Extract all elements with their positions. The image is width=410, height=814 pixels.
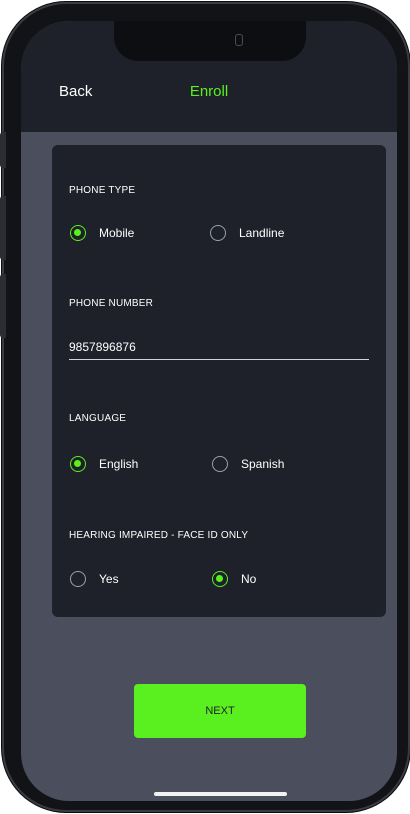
phone-type-option-landline[interactable]: Landline <box>210 225 284 241</box>
language-option-english[interactable]: English <box>70 456 138 472</box>
radio-unchecked-icon[interactable] <box>212 456 228 472</box>
radio-checked-icon[interactable] <box>70 225 86 241</box>
hearing-impaired-option-label: No <box>241 572 257 586</box>
volume-down-button <box>0 274 6 338</box>
hearing-impaired-option-label: Yes <box>99 572 119 586</box>
camera-icon <box>235 34 243 46</box>
hearing-impaired-label: HEARING IMPAIRED - FACE ID ONLY <box>69 530 249 541</box>
phone-number-label: PHONE NUMBER <box>69 298 154 309</box>
hearing-impaired-option-yes[interactable]: Yes <box>70 571 119 587</box>
enroll-form-card: PHONE TYPE Mobile Landline PHONE NUMBER … <box>52 145 386 617</box>
language-option-label: Spanish <box>241 457 285 471</box>
language-option-label: English <box>99 457 139 471</box>
phone-type-option-label: Landline <box>239 226 285 240</box>
mute-switch <box>0 132 6 168</box>
phone-type-label: PHONE TYPE <box>69 185 136 196</box>
app-screen: Back Enroll PHONE TYPE Mobile Landline P… <box>21 21 397 801</box>
next-button[interactable]: NEXT <box>134 684 306 738</box>
camera-notch <box>114 21 306 61</box>
phone-type-option-mobile[interactable]: Mobile <box>70 225 134 241</box>
phone-type-option-label: Mobile <box>99 226 135 240</box>
language-option-spanish[interactable]: Spanish <box>212 456 284 472</box>
radio-unchecked-icon[interactable] <box>210 225 226 241</box>
radio-checked-icon[interactable] <box>212 571 228 587</box>
hearing-impaired-option-no[interactable]: No <box>212 571 256 587</box>
nav-header: Back Enroll <box>21 21 397 132</box>
volume-up-button <box>0 196 6 260</box>
page-title: Enroll <box>189 83 229 100</box>
language-label: LANGUAGE <box>69 413 127 424</box>
home-indicator <box>154 792 287 796</box>
radio-checked-icon[interactable] <box>70 456 86 472</box>
phone-frame: Back Enroll PHONE TYPE Mobile Landline P… <box>0 4 408 810</box>
phone-number-input[interactable] <box>69 335 369 360</box>
radio-unchecked-icon[interactable] <box>70 571 86 587</box>
